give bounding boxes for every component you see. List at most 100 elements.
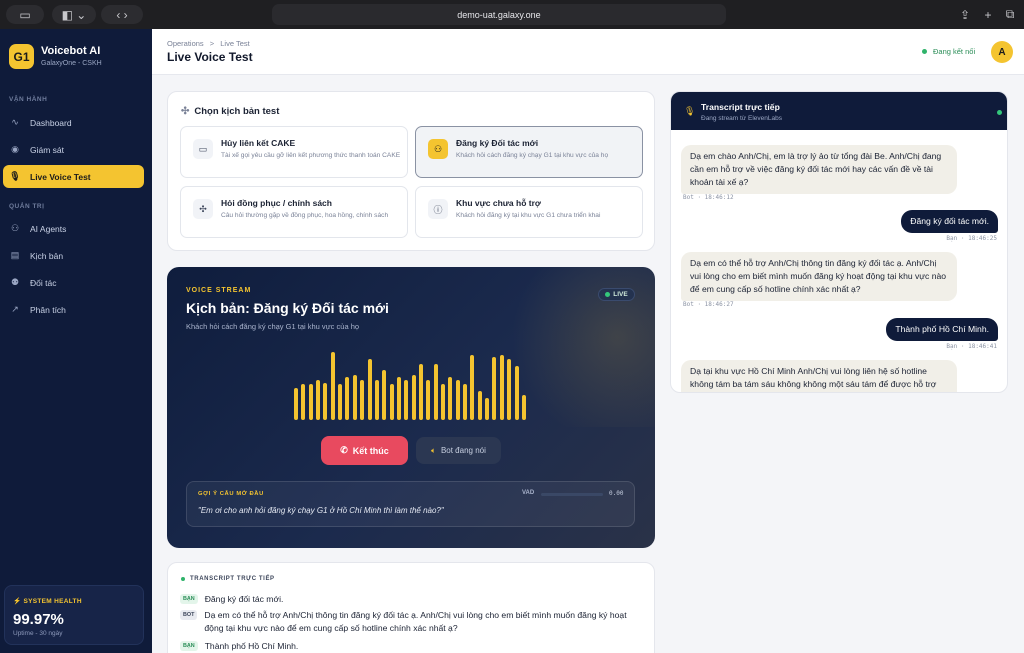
waveform-bar xyxy=(352,375,357,420)
voice-stream-panel: VOICE STREAM Kịch bản: Đăng ký Đối tác m… xyxy=(167,267,655,548)
message-meta: Bot · 18:46:27 xyxy=(683,301,734,308)
list-item: BẠN Đăng ký đối tác mới. xyxy=(180,593,635,606)
opening-hint-text: "Em ơi cho anh hỏi đăng ký chạy G1 ở Hồ … xyxy=(198,506,444,515)
avatar[interactable]: A xyxy=(991,41,1013,63)
scenario-option-cake[interactable]: ▭ Hủy liên kết CAKE Tài xế gọi yêu cầu g… xyxy=(180,126,408,178)
radio-icon: ◉ xyxy=(11,144,19,154)
chat-bubble-bot: Dạ tại khu vực Hồ Chí Minh Anh/Chị vui l… xyxy=(681,360,957,392)
sidebar-item-ai-agents[interactable]: ⚇ AI Agents xyxy=(3,217,144,240)
message-meta: Bạn · 18:46:41 xyxy=(946,343,997,350)
end-call-button[interactable]: ✆ Kết thúc xyxy=(321,436,408,465)
card-icon: ▭ xyxy=(193,139,213,159)
scenario-title: Đăng ký Đối tác mới xyxy=(456,138,539,148)
breadcrumb-separator: > xyxy=(209,39,215,48)
sidebar-item-label: Giám sát xyxy=(30,144,65,155)
share-icon[interactable]: ⇪ xyxy=(956,5,974,24)
waveform-bar xyxy=(418,364,423,420)
sparkle-icon: ✣ xyxy=(193,199,213,219)
message-meta: Bot · 18:46:12 xyxy=(683,194,734,201)
transcript-panel-header: 🎙︎ Transcript trực tiếp Đang stream từ E… xyxy=(671,92,1007,130)
breadcrumb: Operations > Live Test xyxy=(167,39,250,48)
main-content: Operations > Live Test Live Voice Test Đ… xyxy=(152,29,1024,653)
sidebar-item-label: Phân tích xyxy=(30,304,66,315)
nav-buttons[interactable]: ‹ › xyxy=(101,5,143,24)
system-health-label: ⚡ SYSTEM HEALTH xyxy=(13,598,82,605)
speaker-icon: 🔈︎ xyxy=(431,445,436,455)
section-label-operations: VẬN HÀNH xyxy=(9,96,48,103)
waveform-bar xyxy=(499,355,504,420)
waveform-bar xyxy=(470,355,475,420)
waveform-bar xyxy=(426,380,431,420)
waveform-bar xyxy=(308,384,313,420)
sidebar-item-analytics[interactable]: ↗ Phân tích xyxy=(3,298,144,321)
stream-status-dot-icon xyxy=(997,110,1002,115)
system-health-uptime: Uptime - 30 ngày xyxy=(13,630,63,637)
trend-icon: ↗ xyxy=(11,304,19,314)
sparkle-icon: ✣ xyxy=(181,106,190,117)
waveform-bar xyxy=(477,391,482,420)
info-icon: ⓘ xyxy=(428,199,448,219)
window-icon: ▭ xyxy=(19,7,31,22)
window-controls[interactable]: ▭ xyxy=(6,5,44,24)
transcript-panel: 🎙︎ Transcript trực tiếp Đang stream từ E… xyxy=(670,91,1008,393)
waveform-bar xyxy=(367,359,372,420)
address-bar[interactable]: demo-uat.galaxy.one xyxy=(272,4,726,25)
mic-icon: 🎙︎ xyxy=(684,106,696,116)
chat-bubble-bot: Dạ em chào Anh/Chị, em là trợ lý ảo từ t… xyxy=(681,145,957,194)
transcript-text: Dạ em có thể hỗ trợ Anh/Chị thông tin đă… xyxy=(204,610,627,633)
bolt-icon: ⚡ xyxy=(13,598,24,605)
tabs-overview-icon[interactable]: ⧉ xyxy=(1001,5,1019,24)
waveform-bar xyxy=(330,352,335,420)
sidebar-item-monitoring[interactable]: ◉ Giám sát xyxy=(3,138,144,161)
activity-icon: ∿ xyxy=(11,117,19,127)
sidebar-item-live-voice-test[interactable]: 🎙︎ Live Voice Test xyxy=(3,165,144,188)
scenario-option-uniform-policy[interactable]: ✣ Hỏi đồng phục / chính sách Câu hỏi thư… xyxy=(180,186,408,238)
transcript-panel-subtitle: Đang stream từ ElevenLabs xyxy=(701,115,782,122)
waveform-bar xyxy=(396,377,401,420)
sidebar-item-partners[interactable]: ⚉ Đối tác xyxy=(3,271,144,294)
scenario-title: Hỏi đồng phục / chính sách xyxy=(221,198,332,208)
waveform-bar xyxy=(294,388,298,420)
system-health-card: ⚡ SYSTEM HEALTH 99.97% Uptime - 30 ngày xyxy=(4,585,144,645)
scenario-title: Khu vực chưa hỗ trợ xyxy=(456,198,541,208)
chat-bubble-user: Đăng ký đối tác mới. xyxy=(901,210,998,233)
waveform-bar xyxy=(507,359,512,420)
brand-subtitle: GalaxyOne - CSKH xyxy=(41,60,102,67)
transcript-panel-title: Transcript trực tiếp xyxy=(701,102,780,112)
sidebar-item-dashboard[interactable]: ∿ Dashboard xyxy=(3,111,144,134)
sidebar-item-scripts[interactable]: ▤ Kịch bản xyxy=(3,244,144,267)
vad-label: VAD xyxy=(522,490,535,496)
waveform-bar xyxy=(323,383,328,420)
waveform-bar xyxy=(448,377,453,420)
page-title: Live Voice Test xyxy=(167,50,253,64)
breadcrumb-root[interactable]: Operations xyxy=(167,39,204,48)
list-item: BOT Dạ em có thể hỗ trợ Anh/Chị thông ti… xyxy=(180,609,634,635)
mic-icon: 🎙︎ xyxy=(9,171,21,181)
user-add-icon: ⚇ xyxy=(428,139,448,159)
waveform-bar xyxy=(345,377,350,420)
sidebar: G1 Voicebot AI GalaxyOne - CSKH VẬN HÀNH… xyxy=(0,29,152,653)
waveform-bar xyxy=(455,380,460,420)
waveform-bar xyxy=(360,380,365,420)
bot-speaking-status: 🔈︎ Bot đang nói xyxy=(416,437,501,464)
scenario-description: Khách hỏi đăng ký tại khu vực G1 chưa tr… xyxy=(456,212,601,219)
sidebar-toggle-button[interactable]: ◧ ⌄ xyxy=(52,5,96,24)
waveform-bar xyxy=(485,398,490,420)
scenario-picker-title: ✣ Chọn kịch bản test xyxy=(181,106,280,117)
waveform-bar xyxy=(404,380,409,420)
scenario-description: Câu hỏi thường gặp về đồng phục, hoa hồn… xyxy=(221,212,389,219)
connection-status: Đang kết nối xyxy=(922,47,975,56)
opening-hint-box: GỢI Ý CÂU MỞ ĐẦU "Em ơi cho anh hỏi đăng… xyxy=(186,481,635,527)
scenario-option-new-partner[interactable]: ⚇ Đăng ký Đối tác mới Khách hỏi cách đăn… xyxy=(415,126,643,178)
transcript-text: Đăng ký đối tác mới. xyxy=(204,594,284,604)
sidebar-item-label: AI Agents xyxy=(30,223,67,234)
waveform-bar xyxy=(316,380,321,420)
scenario-description: Khách hỏi cách đăng ký chạy G1 tại khu v… xyxy=(456,152,609,159)
role-tag: BẠN xyxy=(180,594,198,604)
new-tab-icon[interactable]: + xyxy=(979,5,997,24)
scenario-option-unsupported-region[interactable]: ⓘ Khu vực chưa hỗ trợ Khách hỏi đăng ký … xyxy=(415,186,643,238)
phone-off-icon: ✆ xyxy=(340,445,348,455)
role-tag: BẠN xyxy=(180,641,198,651)
sidebar-item-label: Đối tác xyxy=(30,277,57,288)
section-label-admin: QUẢN TRỊ xyxy=(9,203,45,210)
